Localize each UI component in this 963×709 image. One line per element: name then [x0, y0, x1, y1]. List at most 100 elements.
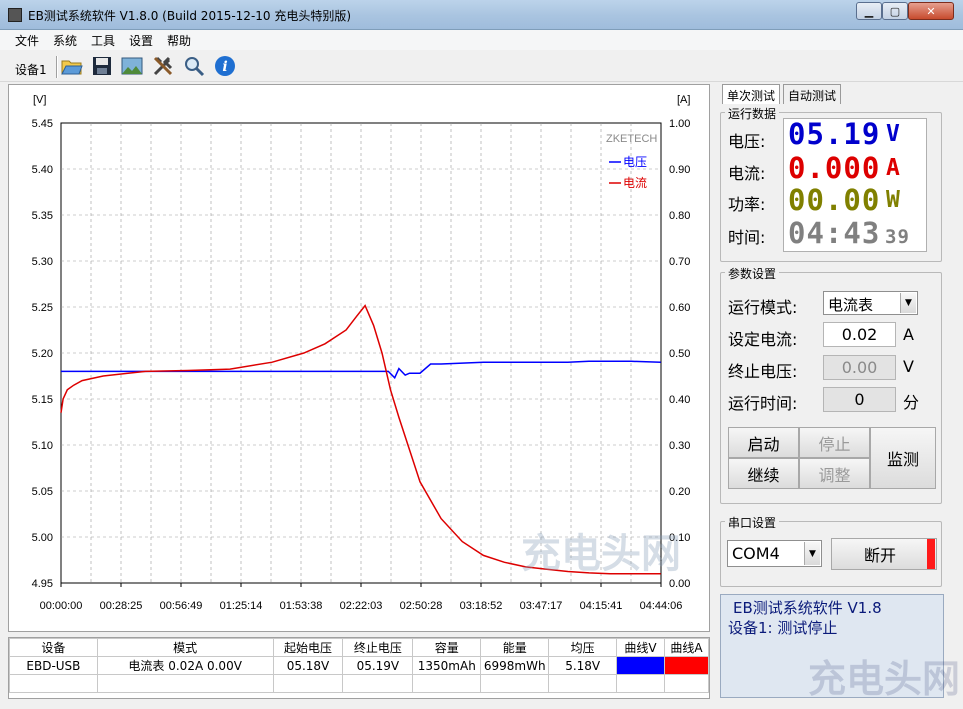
legend-label: 电流 — [623, 176, 647, 190]
monitor-button[interactable]: 监测 — [870, 427, 936, 489]
save-icon[interactable] — [90, 54, 114, 78]
y-left-tick-label: 5.25 — [32, 302, 53, 314]
disconnect-button[interactable]: 断开 — [831, 538, 937, 570]
y-right-tick-label: 0.20 — [669, 486, 690, 498]
table-row[interactable]: EBD-USB 电流表 0.02A 0.00V 05.18V 05.19V 13… — [9, 656, 709, 675]
menu-system[interactable]: 系统 — [53, 32, 77, 49]
menu-help[interactable]: 帮助 — [167, 32, 191, 49]
open-folder-icon[interactable] — [60, 54, 84, 78]
y-right-tick-label: 0.70 — [669, 256, 690, 268]
app-icon — [8, 8, 22, 22]
power-label: 功率: — [728, 195, 766, 214]
status-line-1: EB测试系统软件 V1.8 — [733, 599, 882, 617]
y-left-tick-label: 5.05 — [32, 486, 53, 498]
time-seconds: 39 — [885, 226, 910, 248]
x-tick-label: 03:47:17 — [520, 600, 563, 612]
port-chevron-down-icon[interactable]: ▼ — [804, 542, 820, 565]
column-header-end-voltage: 终止电压 — [342, 638, 414, 657]
curve-v-color-swatch[interactable] — [616, 656, 665, 675]
cell-start-voltage: 05.18V — [272, 656, 344, 675]
runtime-limit-unit: 分 — [903, 393, 920, 412]
maximize-button[interactable]: ▢ — [882, 2, 908, 20]
y-right-tick-label: 0.60 — [669, 302, 690, 314]
y-right-tick-label: 0.30 — [669, 440, 690, 452]
port-select-value: COM4 — [732, 544, 780, 563]
y-right-tick-label: 0.00 — [669, 578, 690, 590]
y-left-tick-label: 5.35 — [32, 210, 53, 222]
power-unit: W — [886, 187, 901, 213]
current-readout: 0.000 — [788, 151, 881, 185]
current-label: 电流: — [728, 164, 766, 183]
window-title: EB测试系统软件 V1.8.0 (Build 2015-12-10 充电头特别版… — [28, 9, 352, 23]
menu-settings[interactable]: 设置 — [129, 32, 153, 49]
image-icon[interactable] — [120, 54, 144, 78]
y-right-tick-label: 0.90 — [669, 164, 690, 176]
y-right-tick-label: 0.50 — [669, 348, 690, 360]
cell-avg-voltage: 5.18V — [548, 656, 618, 675]
current-unit: A — [886, 155, 901, 181]
chart-watermark-logo: 充电头网 — [521, 531, 681, 577]
legend-label: 电压 — [623, 155, 647, 169]
set-current-unit: A — [903, 325, 914, 344]
chart: 00:00:00 00:28:25 00:56:49 01:25:14 01:53:38… — [32, 94, 691, 612]
y-left-tick-label: 5.30 — [32, 256, 53, 268]
x-tick-label: 03:18:52 — [460, 600, 503, 612]
voltage-label: 电压: — [728, 132, 766, 151]
voltage-readout: 05.19 — [788, 117, 881, 151]
x-tick-label: 00:00:00 — [40, 600, 83, 612]
y-right-tick-label: 1.00 — [669, 118, 690, 130]
tab-single-test[interactable]: 单次测试 — [722, 84, 781, 104]
menu-tools[interactable]: 工具 — [91, 32, 115, 49]
tab-auto-test[interactable]: 自动测试 — [783, 84, 842, 104]
params-group-title: 参数设置 — [725, 265, 780, 282]
time-label: 时间: — [728, 228, 766, 247]
runtime-group-title: 运行数据 — [725, 105, 780, 122]
column-header-device: 设备 — [9, 638, 98, 657]
cutoff-voltage-unit: V — [903, 357, 914, 376]
table-header-row: 设备 模式 起始电压 终止电压 容量 能量 均压 曲线V 曲线A — [9, 638, 709, 657]
x-tick-label: 00:28:25 — [100, 600, 143, 612]
chart-panel: 00:00:00 00:28:25 00:56:49 01:25:14 01:53:38… — [8, 84, 710, 632]
toolbar-separator — [56, 56, 58, 78]
adjust-button[interactable]: 调整 — [799, 458, 870, 489]
y-right-tick-label: 0.40 — [669, 394, 690, 406]
search-icon[interactable] — [182, 54, 206, 78]
cell-end-voltage: 05.19V — [342, 656, 414, 675]
runtime-limit-input[interactable]: 0 — [823, 387, 896, 412]
menu-file[interactable]: 文件 — [15, 32, 39, 49]
column-header-curve-v: 曲线V — [616, 638, 665, 657]
y-left-tick-label: 5.20 — [32, 348, 53, 360]
cell-capacity: 1350mAh — [412, 656, 482, 675]
power-readout: 00.00 — [788, 183, 881, 217]
mode-label: 运行模式: — [728, 298, 798, 317]
stop-button[interactable]: 停止 — [799, 427, 870, 458]
column-header-start-voltage: 起始电压 — [272, 638, 344, 657]
set-current-input[interactable]: 0.02 — [823, 322, 896, 347]
toolbar — [0, 50, 963, 82]
y-right-unit: [A] — [677, 94, 690, 106]
curve-a-color-swatch[interactable] — [664, 656, 709, 675]
mode-select-value: 电流表 — [828, 296, 874, 314]
status-line-2: 设备1: 测试停止 — [728, 619, 838, 637]
cutoff-voltage-input[interactable]: 0.00 — [823, 355, 896, 380]
voltage-unit: V — [886, 121, 901, 147]
y-left-tick-label: 4.95 — [32, 578, 53, 590]
time-readout: 04:43 — [788, 216, 881, 250]
watermark-logo: 充电头网 — [808, 657, 961, 701]
device-label: 设备1 — [15, 63, 47, 77]
tools-icon[interactable] — [151, 54, 175, 78]
column-header-mode: 模式 — [96, 638, 274, 657]
close-button[interactable]: ✕ — [908, 2, 954, 20]
chevron-down-icon[interactable]: ▼ — [900, 293, 916, 313]
chart-brand-label: ZKETECH — [606, 133, 657, 145]
table-row-empty — [9, 674, 709, 693]
svg-text:i: i — [222, 59, 227, 75]
info-icon[interactable]: i — [213, 54, 237, 78]
x-tick-label: 04:15:41 — [580, 600, 623, 612]
connection-status-indicator — [927, 539, 935, 569]
resume-button[interactable]: 继续 — [728, 458, 799, 489]
start-button[interactable]: 启动 — [728, 427, 799, 458]
minimize-button[interactable]: ▁ — [856, 2, 882, 20]
column-header-capacity: 容量 — [412, 638, 482, 657]
x-tick-label: 01:25:14 — [220, 600, 263, 612]
